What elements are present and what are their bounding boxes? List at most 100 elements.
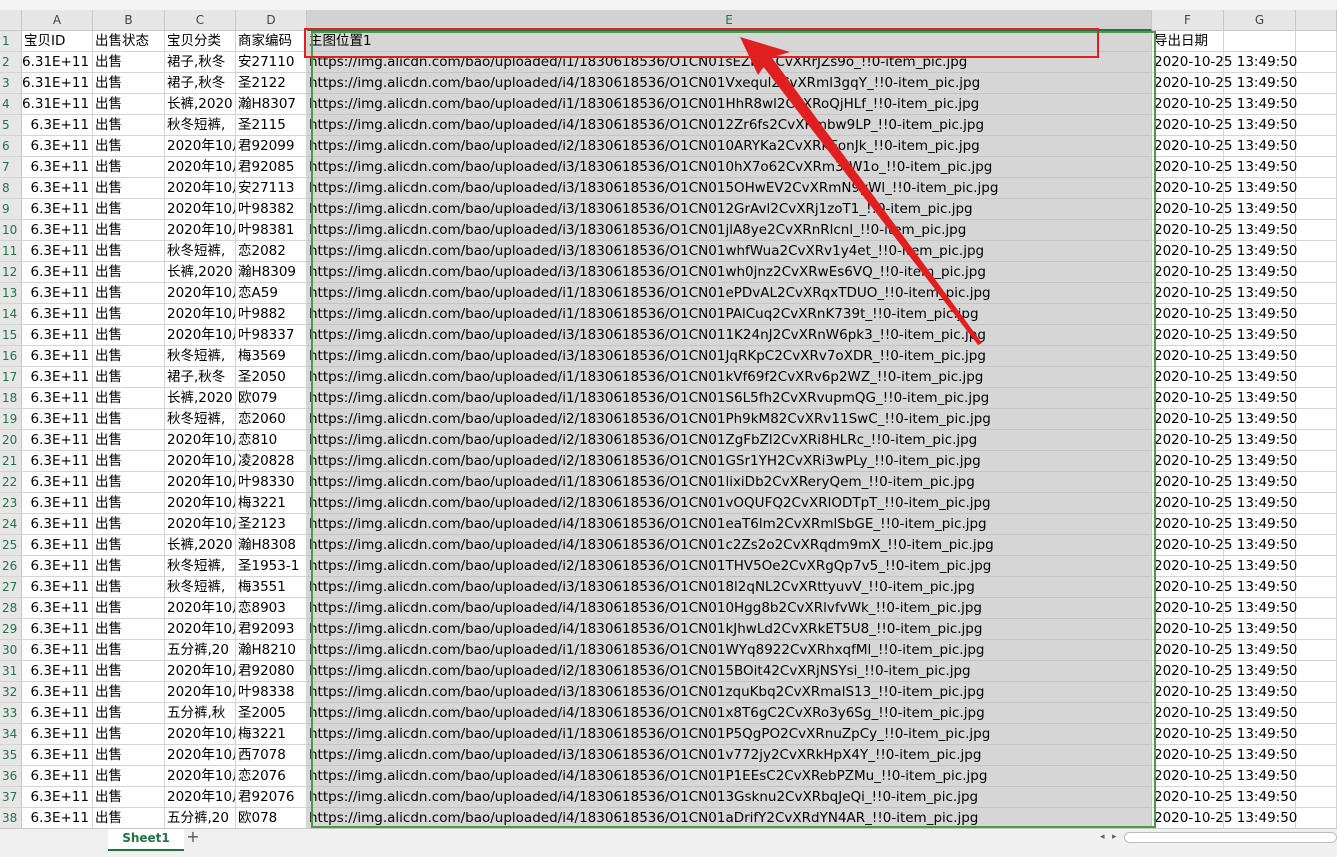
cell-a[interactable]: 6.3E+11 xyxy=(22,430,93,451)
cell-c[interactable]: 长裤,2020 xyxy=(165,388,236,409)
cell-empty[interactable] xyxy=(1296,619,1337,640)
cell-e[interactable]: https://img.alicdn.com/bao/uploaded/i3/1… xyxy=(307,199,1152,220)
horizontal-scrollbar[interactable]: ◂ ▸ xyxy=(1100,832,1337,844)
column-header-b[interactable]: B xyxy=(93,10,165,31)
cell-c[interactable]: 2020年10月 xyxy=(165,157,236,178)
cell-a[interactable]: 6.3E+11 xyxy=(22,367,93,388)
cell-f[interactable]: 2020-10-25 13:49:50 xyxy=(1152,619,1297,640)
cell-c[interactable]: 2020年10月 xyxy=(165,136,236,157)
cell-b[interactable]: 出售 xyxy=(93,640,165,661)
row-number[interactable]: 15 xyxy=(0,325,22,346)
cell-c[interactable]: 2020年10月 xyxy=(165,199,236,220)
select-all-corner[interactable] xyxy=(0,10,22,31)
cell-empty[interactable] xyxy=(1296,31,1337,52)
cell-d[interactable]: 瀚H8307 xyxy=(236,94,307,115)
column-header-e[interactable]: E xyxy=(307,10,1152,31)
cell-a[interactable]: 6.31E+11 xyxy=(22,52,93,73)
cell-b[interactable]: 出售 xyxy=(93,430,165,451)
cell-c[interactable]: 2020年10月 xyxy=(165,325,236,346)
cell-b[interactable]: 出售 xyxy=(93,73,165,94)
cell-f[interactable]: 2020-10-25 13:49:50 xyxy=(1152,94,1297,115)
cell-c[interactable]: 2020年10月 xyxy=(165,661,236,682)
cell-c[interactable]: 2020年10月 xyxy=(165,304,236,325)
cell-d[interactable]: 梅3569 xyxy=(236,346,307,367)
cell-d[interactable]: 君92085 xyxy=(236,157,307,178)
cell-e[interactable]: https://img.alicdn.com/bao/uploaded/i3/1… xyxy=(307,157,1152,178)
cell-a[interactable]: 6.3E+11 xyxy=(22,220,93,241)
cell-b[interactable]: 出售 xyxy=(93,136,165,157)
cell-empty[interactable] xyxy=(1296,367,1337,388)
row-number[interactable]: 12 xyxy=(0,262,22,283)
row-number[interactable]: 1 xyxy=(0,31,22,52)
column-header-a[interactable]: A xyxy=(22,10,93,31)
cell-f[interactable]: 2020-10-25 13:49:50 xyxy=(1152,745,1297,766)
cell-a[interactable]: 6.3E+11 xyxy=(22,304,93,325)
cell-c[interactable]: 2020年10月 xyxy=(165,283,236,304)
cell-f[interactable]: 2020-10-25 13:49:50 xyxy=(1152,262,1297,283)
cell-c[interactable]: 裙子,秋冬 xyxy=(165,73,236,94)
cell-d[interactable]: 瀚H8308 xyxy=(236,535,307,556)
cell-f[interactable]: 2020-10-25 13:49:50 xyxy=(1152,346,1297,367)
cell-b[interactable]: 出售 xyxy=(93,241,165,262)
cell-a[interactable]: 6.3E+11 xyxy=(22,640,93,661)
cell-b[interactable]: 出售 xyxy=(93,388,165,409)
cell-a[interactable]: 6.3E+11 xyxy=(22,661,93,682)
cell-a[interactable]: 6.3E+11 xyxy=(22,199,93,220)
cell-f[interactable]: 2020-10-25 13:49:50 xyxy=(1152,430,1297,451)
row-number[interactable]: 17 xyxy=(0,367,22,388)
cell-f[interactable]: 2020-10-25 13:49:50 xyxy=(1152,808,1297,828)
cell-empty[interactable] xyxy=(1296,241,1337,262)
cell-f[interactable]: 2020-10-25 13:49:50 xyxy=(1152,73,1297,94)
cell-c[interactable]: 2020年10月 xyxy=(165,472,236,493)
cell-d[interactable]: 瀚H8210 xyxy=(236,640,307,661)
cell-f[interactable]: 2020-10-25 13:49:50 xyxy=(1152,787,1297,808)
cell-a[interactable]: 6.3E+11 xyxy=(22,682,93,703)
row-number[interactable]: 8 xyxy=(0,178,22,199)
cell-b[interactable]: 出售 xyxy=(93,724,165,745)
cell-empty[interactable] xyxy=(1296,430,1337,451)
cell-empty[interactable] xyxy=(1296,661,1337,682)
cell-b[interactable]: 出售 xyxy=(93,577,165,598)
cell-b[interactable]: 出售 xyxy=(93,493,165,514)
cell-c[interactable]: 2020年10月 xyxy=(165,745,236,766)
cell-f[interactable]: 2020-10-25 13:49:50 xyxy=(1152,493,1297,514)
cell-e[interactable]: https://img.alicdn.com/bao/uploaded/i2/1… xyxy=(307,661,1152,682)
cell-empty[interactable] xyxy=(1296,388,1337,409)
cell-a[interactable]: 6.3E+11 xyxy=(22,577,93,598)
cell-e[interactable]: https://img.alicdn.com/bao/uploaded/i1/1… xyxy=(307,724,1152,745)
cell-d[interactable]: 叶9882 xyxy=(236,304,307,325)
cell-d[interactable]: 恋A59 xyxy=(236,283,307,304)
cell-d[interactable]: 圣2123 xyxy=(236,514,307,535)
cell-d[interactable]: 叶98330 xyxy=(236,472,307,493)
cell-e[interactable]: https://img.alicdn.com/bao/uploaded/i3/1… xyxy=(307,241,1152,262)
cell-d[interactable]: 安27113 xyxy=(236,178,307,199)
cell-b[interactable]: 出售 xyxy=(93,808,165,828)
row-number[interactable]: 35 xyxy=(0,745,22,766)
cell-e[interactable]: https://img.alicdn.com/bao/uploaded/i3/1… xyxy=(307,220,1152,241)
cell-f[interactable]: 2020-10-25 13:49:50 xyxy=(1152,661,1297,682)
cell-c[interactable]: 2020年10月 xyxy=(165,787,236,808)
cell-empty[interactable] xyxy=(1296,577,1337,598)
cell-d[interactable]: 梅3551 xyxy=(236,577,307,598)
cell-b[interactable]: 出售 xyxy=(93,304,165,325)
cell-b[interactable]: 出售 xyxy=(93,535,165,556)
cell-e[interactable]: https://img.alicdn.com/bao/uploaded/i1/1… xyxy=(307,640,1152,661)
cell-a[interactable]: 6.3E+11 xyxy=(22,535,93,556)
scroll-right-icon[interactable]: ▸ xyxy=(1112,832,1117,842)
row-number[interactable]: 31 xyxy=(0,661,22,682)
cell-d[interactable]: 瀚H8309 xyxy=(236,262,307,283)
cell-e[interactable]: https://img.alicdn.com/bao/uploaded/i1/1… xyxy=(307,472,1152,493)
cell-b[interactable]: 出售 xyxy=(93,346,165,367)
cell-b[interactable]: 出售 xyxy=(93,682,165,703)
row-number[interactable]: 34 xyxy=(0,724,22,745)
cell-empty[interactable] xyxy=(1296,304,1337,325)
cell-a[interactable]: 宝贝ID xyxy=(22,31,93,52)
cell-f[interactable]: 2020-10-25 13:49:50 xyxy=(1152,577,1297,598)
cell-d[interactable]: 君92076 xyxy=(236,787,307,808)
cell-d[interactable]: 君92093 xyxy=(236,619,307,640)
row-number[interactable]: 29 xyxy=(0,619,22,640)
row-number[interactable]: 10 xyxy=(0,220,22,241)
cell-c[interactable]: 秋冬短裤, xyxy=(165,241,236,262)
cell-a[interactable]: 6.3E+11 xyxy=(22,556,93,577)
cell-empty[interactable] xyxy=(1296,346,1337,367)
